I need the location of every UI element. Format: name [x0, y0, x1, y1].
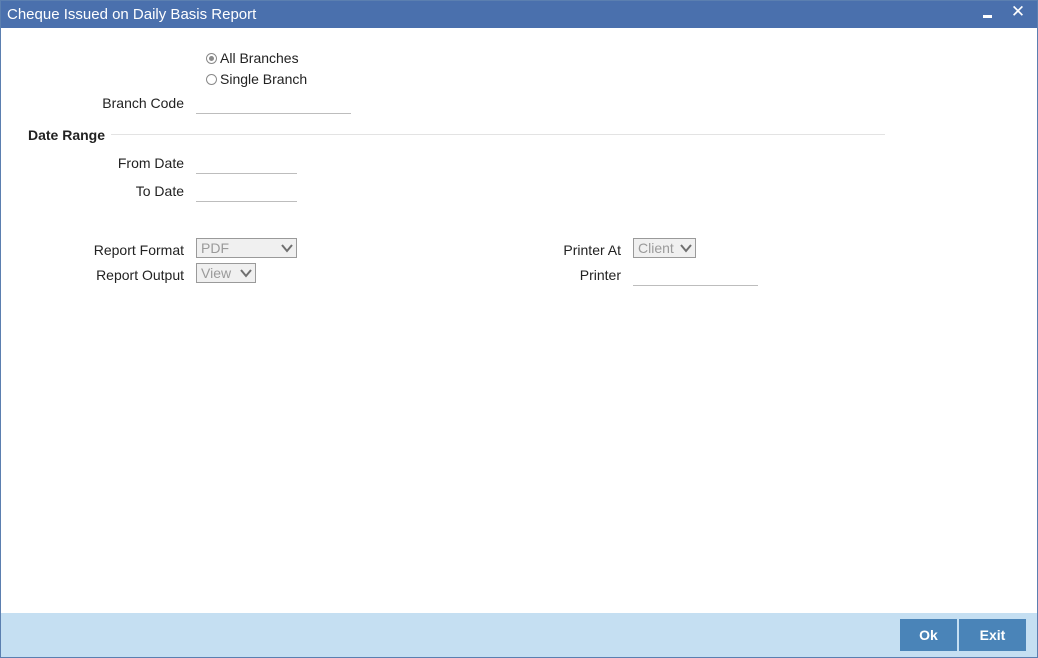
chevron-down-icon: [281, 244, 293, 253]
date-range-divider: [111, 134, 885, 135]
report-output-select[interactable]: View: [196, 263, 256, 283]
report-format-label: Report Format: [93, 242, 184, 258]
date-range-title: Date Range: [28, 127, 106, 143]
radio-single-branch[interactable]: Single Branch: [206, 71, 307, 87]
branch-code-label: Branch Code: [102, 95, 184, 111]
printer-at-label: Printer At: [563, 242, 621, 258]
minimize-icon: [983, 15, 992, 18]
to-date-field[interactable]: [196, 182, 297, 202]
chevron-down-icon: [240, 269, 252, 278]
report-output-label: Report Output: [96, 267, 184, 283]
title-bar: Cheque Issued on Daily Basis Report ✕: [1, 1, 1037, 28]
report-window: Cheque Issued on Daily Basis Report ✕ Al…: [0, 0, 1038, 658]
radio-single-branch-icon: [206, 73, 217, 85]
ok-button[interactable]: Ok: [900, 619, 957, 651]
printer-label: Printer: [579, 267, 621, 283]
printer-field[interactable]: [633, 266, 758, 286]
radio-single-branch-label: Single Branch: [220, 71, 308, 87]
from-date-label: From Date: [117, 155, 184, 171]
report-format-value: PDF: [201, 240, 229, 256]
exit-button[interactable]: Exit: [959, 619, 1026, 651]
chevron-down-icon: [680, 244, 692, 253]
printer-at-value: Client: [638, 240, 674, 256]
branch-code-field[interactable]: [196, 94, 351, 114]
window-title: Cheque Issued on Daily Basis Report: [7, 6, 257, 23]
printer-at-select[interactable]: Client: [633, 238, 696, 258]
to-date-label: To Date: [135, 183, 184, 199]
report-output-value: View: [201, 265, 232, 281]
from-date-field[interactable]: [196, 154, 297, 174]
radio-all-branches[interactable]: All Branches: [206, 50, 299, 66]
radio-all-branches-label: All Branches: [220, 50, 299, 66]
close-icon: ✕: [1010, 2, 1026, 21]
minimize-button[interactable]: [978, 3, 996, 23]
footer-bar: Ok Exit: [1, 613, 1037, 657]
report-format-select[interactable]: PDF: [196, 238, 297, 258]
close-button[interactable]: ✕: [1009, 3, 1027, 23]
radio-all-branches-icon: [206, 52, 217, 64]
